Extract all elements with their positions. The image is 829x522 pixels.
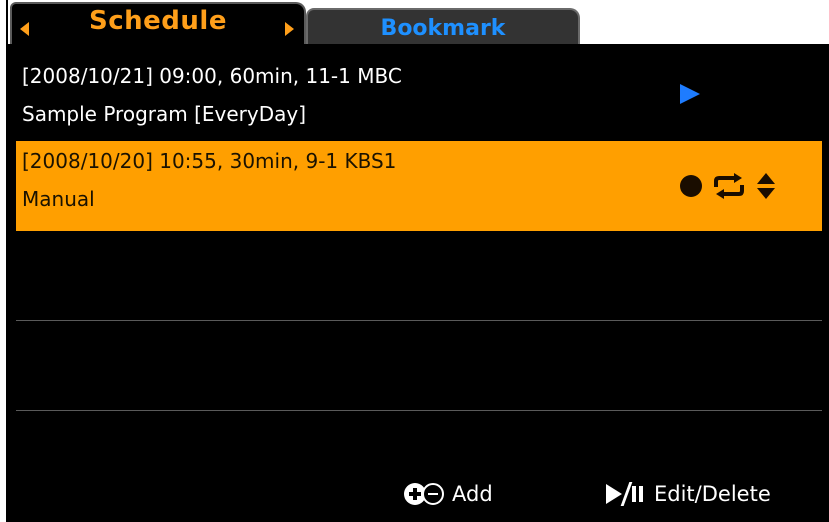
add-button[interactable]: Add — [404, 480, 493, 508]
play-pause-icon — [606, 482, 646, 506]
tab-bookmark[interactable]: Bookmark — [306, 8, 580, 44]
tab-bookmark-label: Bookmark — [380, 16, 506, 41]
schedule-row-empty — [16, 231, 822, 321]
schedule-row-program: Manual — [22, 187, 95, 211]
frame-edge — [0, 0, 8, 522]
schedule-row-empty — [16, 321, 822, 411]
add-label: Add — [452, 482, 493, 506]
play-icon — [680, 84, 700, 104]
edit-delete-label: Edit/Delete — [654, 482, 771, 506]
record-dot-icon — [680, 175, 702, 197]
tab-schedule-label: Schedule — [89, 6, 227, 36]
schedule-row-datetime: [2008/10/21] 09:00, 60min, 11-1 MBC — [22, 64, 402, 88]
arrow-right-icon[interactable] — [285, 22, 294, 36]
schedule-row-selected[interactable]: [2008/10/20] 10:55, 30min, 9-1 KBS1 Manu… — [16, 141, 822, 231]
row-status-icons — [680, 171, 776, 201]
edit-delete-button[interactable]: Edit/Delete — [606, 480, 771, 508]
repeat-icon — [712, 173, 746, 199]
schedule-screen: Schedule Bookmark [2008/10/21] 09:00, 60… — [0, 0, 829, 522]
plus-minus-icon — [404, 483, 444, 505]
schedule-row-datetime: [2008/10/20] 10:55, 30min, 9-1 KBS1 — [22, 149, 397, 173]
tab-schedule[interactable]: Schedule — [10, 2, 306, 44]
schedule-row[interactable]: [2008/10/21] 09:00, 60min, 11-1 MBC Samp… — [16, 56, 822, 146]
schedule-row-program: Sample Program [EveryDay] — [22, 102, 307, 126]
up-down-arrows-icon[interactable] — [756, 171, 776, 201]
